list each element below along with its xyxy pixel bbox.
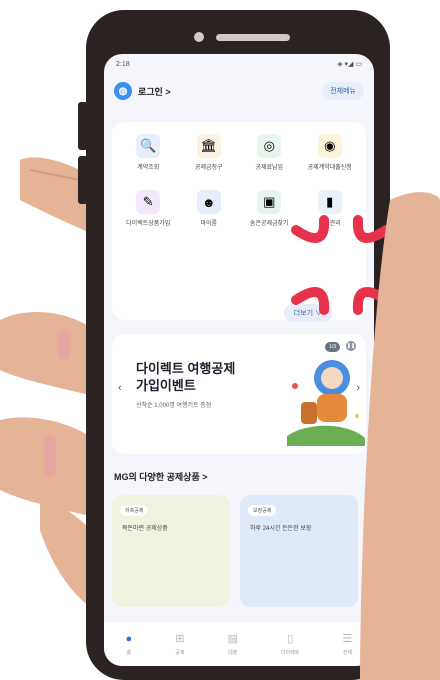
app-screen: 2:18 ◈ ▾◢ ▭ ◍ 로그인 > 전체메뉴 🔍 계약조회 🏛 공제금청구 ◎ 공제료… (104, 54, 374, 666)
login-link[interactable]: ◍ 로그인 > (114, 82, 171, 100)
product-tag: 보장공제 (248, 505, 277, 516)
box-icon: ▣ (257, 190, 282, 214)
product-text: 하루 24시간 든든한 보장 (250, 526, 312, 532)
nav-label: 공제 (175, 650, 185, 656)
side-button-1 (78, 102, 88, 150)
banner-title-line1: 다이렉트 여행공제 (136, 361, 236, 376)
product-tag: 저축공제 (120, 505, 149, 516)
login-label: 로그인 > (138, 86, 171, 97)
service-label: 마이룸 (200, 221, 218, 227)
product-text: 목돈마련 공제상품 (122, 526, 168, 532)
speaker-bar (216, 34, 290, 41)
service-label: 공제금청구 (194, 165, 223, 171)
products-carousel: 저축공제목돈마련 공제상품보장공제하루 24시간 든든한 보장연금공제연금 상품 (112, 495, 374, 607)
side-button-2 (78, 156, 88, 204)
nav-label: 다이렉트 (281, 650, 300, 656)
grid-icon: ⊞ (175, 633, 185, 645)
service-item[interactable]: ◎ 공제료납입 (239, 134, 300, 172)
service-item[interactable]: ☻ 마이룸 (179, 190, 240, 228)
banner-title: 다이렉트 여행공제 가입이벤트 (136, 360, 276, 394)
bag-icon: ◉ (317, 134, 342, 158)
brand-logo-icon: ◍ (114, 82, 132, 100)
calendar-icon: ▤ (227, 633, 238, 645)
status-time: 2:18 (116, 60, 130, 68)
nav-item[interactable]: ⊞ 공제 (175, 632, 184, 656)
document-search-icon: 🔍 (136, 134, 161, 158)
home-icon: ● (125, 632, 133, 645)
nav-label: 대출 (228, 650, 238, 656)
nav-item[interactable]: ● 홈 (126, 633, 133, 656)
bottom-nav: ● 홈 ⊞ 공제 ▤ 대출 ▯ 다이렉트 ☰ 전체 (104, 622, 374, 666)
service-label: 계약조회 (137, 165, 160, 171)
product-card[interactable]: 보장공제하루 24시간 든든한 보장 (240, 495, 358, 607)
pencil-icon: ✎ (136, 190, 161, 214)
camera-dot (194, 32, 204, 42)
service-label: 다이렉트상품가입 (126, 221, 171, 227)
nav-label: 홈 (126, 649, 132, 656)
banner-subtitle: 선착순 1,000명 여행키트 증정 (136, 403, 212, 409)
bank-icon: 🏛 (196, 134, 221, 158)
top-bar: ◍ 로그인 > 전체메뉴 (104, 74, 374, 108)
service-item[interactable]: 🔍 계약조회 (118, 134, 179, 172)
service-label: 공제료납입 (255, 165, 284, 171)
nav-item[interactable]: ▤ 대출 (228, 632, 238, 656)
right-hand (360, 192, 440, 680)
service-item[interactable]: 🏛 공제금청구 (179, 134, 240, 172)
phone-frame: 2:18 ◈ ▾◢ ▭ ◍ 로그인 > 전체메뉴 🔍 계약조회 🏛 공제금청구 ◎ 공제료… (78, 10, 391, 680)
banner-title-line2: 가입이벤트 (136, 378, 196, 393)
coin-icon: ◎ (257, 134, 282, 158)
chevron-left-icon[interactable]: ‹ (118, 382, 122, 394)
user-icon: ☻ (196, 190, 221, 214)
service-item[interactable]: ✎ 다이렉트상품가입 (118, 190, 179, 228)
event-banner[interactable]: 1/3 ❚❚ ‹ › 다이렉트 여행공제 가입이벤트 선착순 1,000명 여행… (112, 334, 366, 454)
nav-item[interactable]: ▯ 다이렉트 (281, 632, 299, 656)
doc-icon: ▯ (287, 633, 294, 645)
status-bar: 2:18 ◈ ▾◢ ▭ (104, 54, 374, 74)
section-title[interactable]: MG의 다양한 공제상품 > (114, 470, 364, 483)
product-card[interactable]: 저축공제목돈마련 공제상품 (112, 495, 230, 607)
